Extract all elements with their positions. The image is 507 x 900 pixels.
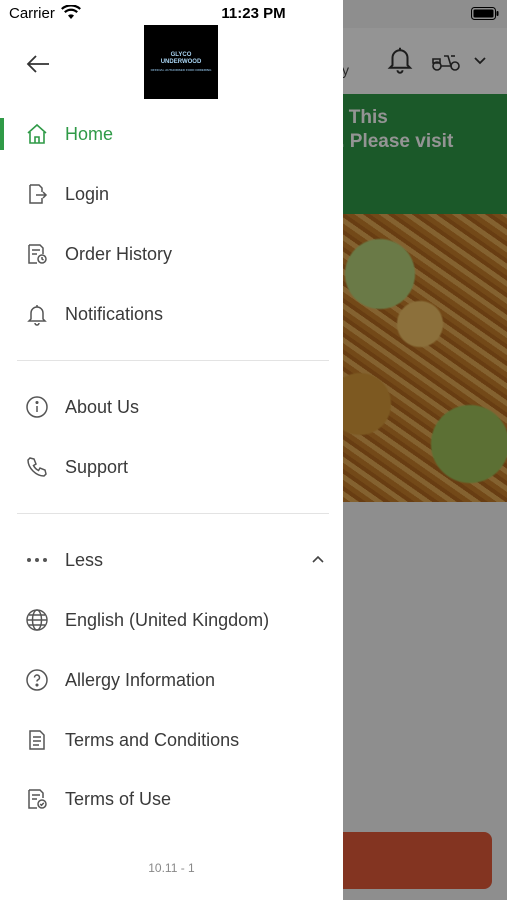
menu-item-label: English (United Kingdom) xyxy=(65,609,270,630)
menu-item-label: Home xyxy=(65,123,114,144)
menu-item-support[interactable]: Support xyxy=(0,443,343,491)
battery-icon xyxy=(471,7,499,20)
globe-icon xyxy=(24,607,50,633)
arrow-left-icon xyxy=(26,55,49,73)
menu-item-label: Notifications xyxy=(65,303,164,324)
logo-line: UNDERWOOD xyxy=(160,59,202,65)
menu-item-language[interactable]: English (United Kingdom) xyxy=(0,596,343,644)
menu-item-login[interactable]: Login xyxy=(0,170,343,218)
document-check-icon xyxy=(24,786,50,812)
home-icon xyxy=(24,121,50,147)
menu-item-about-us[interactable]: About Us xyxy=(0,383,343,431)
phone-icon xyxy=(24,454,50,480)
info-icon xyxy=(24,394,50,420)
menu-item-terms-of-use[interactable]: Terms of Use xyxy=(0,775,343,823)
menu-divider xyxy=(17,360,329,361)
menu-item-label: Less xyxy=(65,549,104,570)
menu-item-label: Allergy Information xyxy=(65,669,216,690)
menu-item-allergy-information[interactable]: Allergy Information xyxy=(0,656,343,704)
menu-item-label: Terms and Conditions xyxy=(65,729,240,750)
menu-item-label: Login xyxy=(65,183,110,204)
bell-icon xyxy=(24,301,50,327)
login-icon xyxy=(24,181,50,207)
menu-item-label: Support xyxy=(65,456,129,477)
logo-line: OFFICIAL AUTHORISED FOOD ORDERING xyxy=(150,68,212,72)
more-dots-icon xyxy=(24,547,50,573)
menu-item-label: About Us xyxy=(65,396,140,417)
status-bar: Carrier 11:23 PM xyxy=(0,0,507,28)
app-version: 10.11 - 1 xyxy=(148,861,195,875)
help-circle-icon xyxy=(24,667,50,693)
order-history-icon xyxy=(24,241,50,267)
chevron-up-icon xyxy=(312,555,324,563)
logo-line: GLYCO xyxy=(170,52,192,58)
document-icon xyxy=(24,727,50,753)
side-drawer: GLYCO UNDERWOOD OFFICIAL AUTHORISED FOOD… xyxy=(0,0,343,900)
menu-item-notifications[interactable]: Notifications xyxy=(0,290,343,338)
brand-logo: GLYCO UNDERWOOD OFFICIAL AUTHORISED FOOD… xyxy=(144,25,218,99)
menu-item-label: Terms of Use xyxy=(65,788,172,809)
menu-item-terms-and-conditions[interactable]: Terms and Conditions xyxy=(0,716,343,764)
back-button[interactable] xyxy=(18,46,58,82)
menu-item-home[interactable]: Home xyxy=(0,110,343,158)
menu-item-order-history[interactable]: Order History xyxy=(0,230,343,278)
menu-divider xyxy=(17,513,329,514)
status-time: 11:23 PM xyxy=(221,5,286,22)
menu-item-label: Order History xyxy=(65,243,173,264)
menu-item-less-toggle[interactable]: Less xyxy=(0,536,343,584)
